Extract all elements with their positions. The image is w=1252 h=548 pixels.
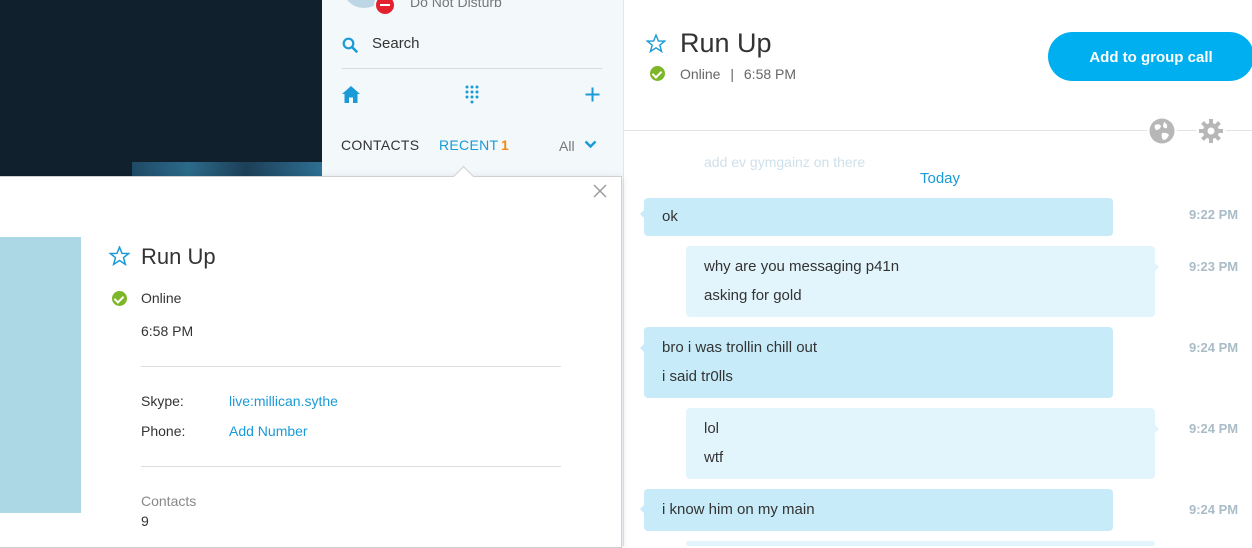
tab-contacts[interactable]: CONTACTS <box>341 137 419 153</box>
message-time: 9:22 PM <box>1189 207 1239 222</box>
profile-local-time: 6:58 PM <box>141 323 194 339</box>
close-icon[interactable] <box>592 183 608 199</box>
message-time: 9:24 PM <box>1189 502 1239 517</box>
message-bubble[interactable]: why are you messaging p41n asking for go… <box>686 246 1155 317</box>
skype-id[interactable]: live:millican.sythe <box>229 393 338 409</box>
add-to-group-call-button[interactable]: Add to group call <box>1048 32 1252 81</box>
profile-name: Run Up <box>141 244 216 269</box>
add-number-link[interactable]: Add Number <box>229 423 308 439</box>
message-text: asking for gold <box>704 287 802 304</box>
favorite-star-icon[interactable] <box>109 246 130 266</box>
contacts-count: 9 <box>141 513 149 529</box>
profile-status: Online <box>141 290 182 306</box>
chat-contact-status: Online | 6:58 PM <box>680 66 796 82</box>
message-bubble[interactable]: ok <box>644 198 1113 236</box>
chat-contact-name: Run Up <box>680 28 772 58</box>
message-text: bro i was trollin chill out <box>662 339 818 356</box>
bubble-tail <box>1155 263 1159 271</box>
faded-message-preview: add ev gymgainz on there <box>704 154 866 170</box>
search-box[interactable]: Search <box>342 30 602 69</box>
message-bubble[interactable]: i know him on my main <box>644 489 1113 531</box>
message-text: wtf <box>704 449 724 466</box>
dialpad-icon[interactable] <box>464 85 480 105</box>
message-bubble[interactable]: bro i was trollin chill out i said tr0ll… <box>644 327 1113 398</box>
my-status-text[interactable]: Do Not Disturb <box>410 0 502 10</box>
message-text: i said tr0lls <box>662 368 733 385</box>
message-text: lol <box>704 420 720 437</box>
message-bubble[interactable] <box>686 541 1155 546</box>
status-separator: | <box>730 66 734 82</box>
dnd-status-icon <box>374 0 396 16</box>
profile-avatar <box>0 237 81 513</box>
globe-icon[interactable] <box>1147 116 1177 146</box>
bubble-tail <box>640 505 644 513</box>
status-text: Online <box>680 66 721 82</box>
message-time: 9:23 PM <box>1189 259 1239 274</box>
local-time: 6:58 PM <box>743 66 797 82</box>
bubble-tail <box>1155 425 1159 433</box>
online-status-icon <box>650 66 665 81</box>
date-divider: Today <box>920 170 961 187</box>
filter-dropdown[interactable]: All <box>559 138 575 154</box>
divider <box>141 466 561 467</box>
sidebar-nav <box>322 80 623 110</box>
tab-recent[interactable]: RECENT <box>439 137 498 153</box>
bubble-tail <box>640 210 644 218</box>
divider <box>141 366 561 367</box>
search-label: Search <box>372 35 420 52</box>
skype-label: Skype: <box>141 393 184 409</box>
search-icon <box>342 37 358 53</box>
contacts-label: Contacts <box>141 493 197 509</box>
bubble-tail <box>640 344 644 352</box>
message-text: ok <box>662 208 678 225</box>
phone-label: Phone: <box>141 423 186 439</box>
message-bubble[interactable]: lol wtf <box>686 408 1155 479</box>
online-status-icon <box>112 291 127 306</box>
plus-icon[interactable] <box>585 87 600 102</box>
message-text: i know him on my main <box>662 501 815 518</box>
chevron-down-icon[interactable] <box>584 140 597 149</box>
favorite-star-icon[interactable] <box>646 34 666 53</box>
profile-card <box>0 176 622 548</box>
home-icon[interactable] <box>341 85 361 104</box>
message-text: why are you messaging p41n <box>704 258 900 275</box>
recent-count-badge: 1 <box>501 137 509 153</box>
message-time: 9:24 PM <box>1189 340 1239 355</box>
message-time: 9:24 PM <box>1189 421 1239 436</box>
gear-icon[interactable] <box>1196 116 1226 146</box>
